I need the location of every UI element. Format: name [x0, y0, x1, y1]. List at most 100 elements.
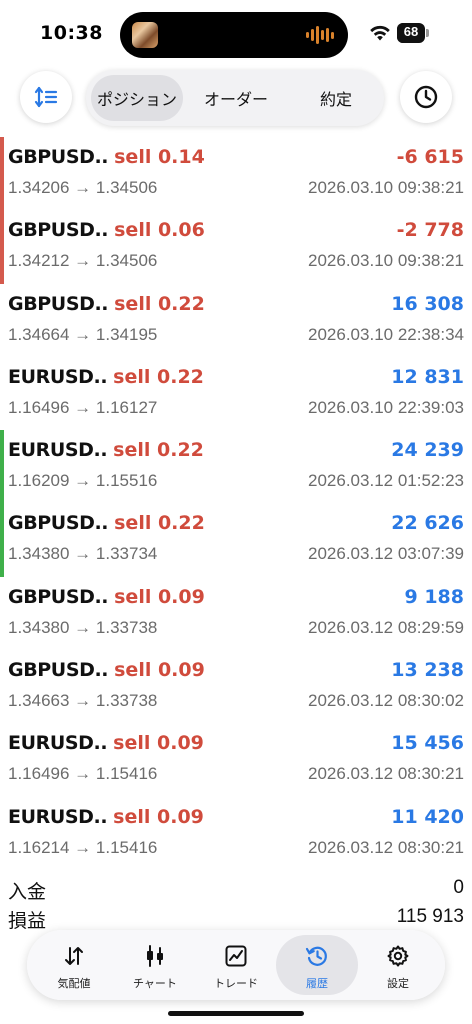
battery-percent: 68 [403, 24, 419, 39]
deal-action: sell 0.09 [113, 732, 204, 755]
quotes-arrows-icon [65, 947, 83, 965]
deal-profit: 11 420 [391, 805, 464, 828]
deal-title: GBPUSD.. sell 0.22 [8, 512, 205, 536]
deal-symbol: GBPUSD.. [8, 219, 109, 242]
tab-history-label: 履歴 [306, 977, 328, 990]
deal-profit: 24 239 [391, 439, 464, 462]
deal-profit: 15 456 [391, 732, 464, 755]
deal-row[interactable]: GBPUSD.. sell 0.09 13 238 1.34663 → 1.33738… [0, 650, 472, 723]
deal-row[interactable]: GBPUSD.. sell 0.09 9 188 1.34380 → 1.33738 2… [0, 577, 472, 650]
deal-time: 2026.03.10 22:38:34 [308, 324, 464, 344]
deal-prices: 1.16496 → 1.16127 [8, 397, 158, 417]
history-clock-icon [305, 946, 327, 966]
deal-list: GBPUSD.. sell 0.14 -6 615 1.34206 → 1.34506… [0, 137, 472, 870]
deal-action: sell 0.22 [114, 512, 205, 535]
deal-prices: 1.34380 → 1.33738 [8, 617, 158, 637]
deal-title: EURUSD.. sell 0.09 [8, 806, 204, 830]
deal-title: EURUSD.. sell 0.22 [8, 439, 204, 463]
deal-row[interactable]: EURUSD.. sell 0.09 11 420 1.16214 → 1.15416… [0, 797, 472, 870]
deal-action: sell 0.09 [114, 659, 205, 682]
clock-icon [414, 85, 438, 109]
deal-profit: -6 615 [396, 146, 464, 168]
deal-profit: 9 188 [404, 585, 465, 608]
deal-marker-bar [0, 503, 4, 577]
deal-row[interactable]: GBPUSD.. sell 0.14 -6 615 1.34206 → 1.34506… [0, 137, 472, 211]
tab-history[interactable]: 履歴 [276, 935, 358, 995]
deal-action: sell 0.22 [114, 292, 205, 315]
deal-action: sell 0.22 [113, 439, 204, 462]
deal-prices: 1.16496 → 1.15416 [8, 764, 158, 784]
tab-chart-label: チャート [133, 977, 177, 990]
battery-icon: 68 [397, 23, 430, 43]
history-segment-control: ポジション オーダー 約定 [86, 70, 384, 126]
deposit-row: 入金 0 [0, 877, 472, 907]
tab-settings[interactable]: 設定 [357, 935, 439, 995]
deal-prices: 1.34664 → 1.34195 [8, 324, 158, 344]
trade-chart-icon [225, 945, 247, 967]
tab-chart[interactable]: チャート [114, 935, 196, 995]
deal-prices: 1.34206 → 1.34506 [8, 178, 158, 197]
tab-positions-label: ポジション [96, 90, 177, 109]
deal-time: 2026.03.10 09:38:21 [308, 251, 464, 271]
status-bar: 10:38 68 [0, 0, 472, 68]
deposit-label: 入金 [8, 881, 47, 903]
deal-title: GBPUSD.. sell 0.22 [8, 293, 205, 317]
deal-action: sell 0.22 [113, 365, 204, 388]
deal-title: GBPUSD.. sell 0.06 [8, 219, 205, 243]
sort-button[interactable] [20, 71, 72, 123]
deal-profit: -2 778 [396, 219, 464, 242]
tab-orders[interactable]: オーダー [190, 75, 282, 121]
deal-profit: 16 308 [391, 292, 464, 315]
candlestick-icon [147, 945, 163, 967]
deal-profit: 22 626 [391, 512, 464, 535]
deal-symbol: GBPUSD.. [8, 292, 109, 315]
deal-time: 2026.03.12 08:30:21 [308, 837, 464, 857]
pnl-label: 損益 [8, 910, 47, 932]
deal-symbol: GBPUSD.. [8, 585, 109, 608]
deal-action: sell 0.06 [114, 219, 205, 242]
deal-profit: 13 238 [391, 659, 464, 682]
deal-row[interactable]: GBPUSD.. sell 0.22 16 308 1.34664 → 1.34195… [0, 284, 472, 357]
deal-marker-bar [0, 137, 4, 211]
tab-deals[interactable]: 約定 [290, 75, 382, 121]
deal-row[interactable]: GBPUSD.. sell 0.22 22 626 1.34380 → 1.33734… [0, 503, 472, 577]
deal-marker-bar [0, 430, 4, 504]
tab-settings-label: 設定 [387, 977, 409, 990]
bottom-tab-bar: 気配値 チャート トレード 履歴 設定 [27, 930, 445, 1000]
deal-time: 2026.03.12 03:07:39 [308, 544, 464, 564]
deal-symbol: EURUSD.. [8, 805, 108, 828]
tab-trade-label: トレード [214, 977, 258, 990]
deal-prices: 1.16209 → 1.15516 [8, 471, 158, 491]
deal-symbol: GBPUSD.. [8, 146, 109, 168]
deal-profit: 12 831 [391, 365, 464, 388]
deal-time: 2026.03.12 08:30:21 [308, 764, 464, 784]
deal-time: 2026.03.12 08:29:59 [308, 617, 464, 637]
deal-symbol: EURUSD.. [8, 439, 108, 462]
deal-time: 2026.03.10 09:38:21 [308, 178, 464, 197]
deal-prices: 1.34663 → 1.33738 [8, 691, 158, 711]
deal-prices: 1.34380 → 1.33734 [8, 544, 158, 564]
deal-prices: 1.16214 → 1.15416 [8, 837, 158, 857]
dynamic-island[interactable] [120, 12, 348, 58]
wifi-icon [370, 25, 390, 41]
deal-row[interactable]: EURUSD.. sell 0.22 24 239 1.16209 → 1.15516… [0, 430, 472, 504]
deal-action: sell 0.09 [113, 805, 204, 828]
tab-positions[interactable]: ポジション [91, 75, 183, 121]
deal-title: GBPUSD.. sell 0.09 [8, 659, 205, 683]
deal-time: 2026.03.12 08:30:02 [308, 691, 464, 711]
deal-row[interactable]: GBPUSD.. sell 0.06 -2 778 1.34212 → 1.34506… [0, 210, 472, 284]
deal-symbol: EURUSD.. [8, 732, 108, 755]
tab-deals-label: 約定 [319, 90, 352, 109]
deal-row[interactable]: EURUSD.. sell 0.09 15 456 1.16496 → 1.15416… [0, 723, 472, 796]
home-indicator [168, 1011, 304, 1016]
tab-quotes[interactable]: 気配値 [33, 935, 115, 995]
deal-title: GBPUSD.. sell 0.09 [8, 586, 205, 610]
tab-trade[interactable]: トレード [195, 935, 277, 995]
deal-time: 2026.03.10 22:39:03 [308, 397, 464, 417]
deal-title: GBPUSD.. sell 0.14 [8, 146, 205, 170]
deal-title: EURUSD.. sell 0.22 [8, 366, 204, 390]
deal-row[interactable]: EURUSD.. sell 0.22 12 831 1.16496 → 1.16127… [0, 357, 472, 430]
tab-quotes-label: 気配値 [57, 977, 91, 990]
deal-symbol: GBPUSD.. [8, 659, 109, 682]
period-button[interactable] [400, 71, 452, 123]
